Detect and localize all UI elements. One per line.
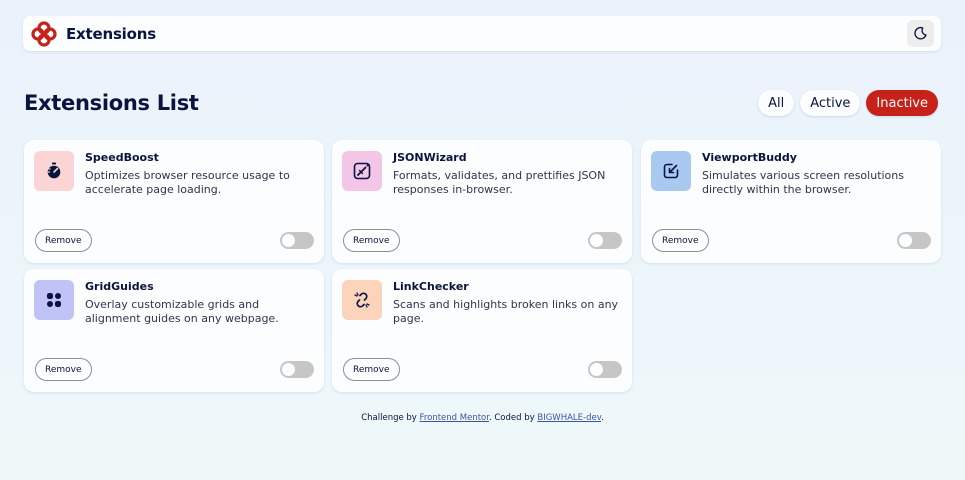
author-link[interactable]: BIGWHALE-dev bbox=[537, 413, 601, 423]
extension-toggle[interactable] bbox=[588, 232, 622, 249]
remove-button[interactable]: Remove bbox=[652, 229, 709, 252]
filter-inactive-button[interactable]: Inactive bbox=[866, 90, 938, 116]
extension-card: LinkChecker Scans and highlights broken … bbox=[332, 269, 632, 392]
extension-name: ViewportBuddy bbox=[702, 151, 797, 164]
remove-button[interactable]: Remove bbox=[343, 358, 400, 381]
extension-name: LinkChecker bbox=[393, 280, 469, 293]
extension-card: GridGuides Overlay customizable grids an… bbox=[24, 269, 324, 392]
extension-name: SpeedBoost bbox=[85, 151, 159, 164]
extension-description: Scans and highlights broken links on any… bbox=[393, 298, 619, 325]
title-row: Extensions List All Active Inactive bbox=[24, 89, 938, 117]
frontend-mentor-link[interactable]: Frontend Mentor bbox=[420, 413, 489, 423]
extension-description: Simulates various screen resolutions dir… bbox=[702, 169, 904, 196]
extension-toggle[interactable] bbox=[588, 361, 622, 378]
moon-icon bbox=[914, 26, 927, 40]
toggle-knob bbox=[282, 363, 295, 376]
theme-toggle-button[interactable] bbox=[907, 20, 934, 47]
extension-description: Optimizes browser resource usage to acce… bbox=[85, 169, 290, 196]
extension-toggle[interactable] bbox=[280, 232, 314, 249]
page-title: Extensions List bbox=[24, 91, 199, 115]
app-header: Extensions bbox=[23, 16, 941, 51]
wand-icon bbox=[342, 151, 382, 191]
filter-group: All Active Inactive bbox=[758, 90, 938, 116]
remove-button[interactable]: Remove bbox=[35, 229, 92, 252]
footer-prefix: Challenge by bbox=[361, 413, 420, 423]
viewport-icon bbox=[651, 151, 691, 191]
filter-all-button[interactable]: All bbox=[758, 90, 795, 116]
extension-card: SpeedBoost Optimizes browser resource us… bbox=[24, 140, 324, 263]
link-icon bbox=[342, 280, 382, 320]
remove-button[interactable]: Remove bbox=[35, 358, 92, 381]
grid-icon bbox=[34, 280, 74, 320]
extension-description: Formats, validates, and prettifies JSON … bbox=[393, 169, 606, 196]
extension-toggle[interactable] bbox=[280, 361, 314, 378]
brand-name: Extensions bbox=[66, 24, 156, 43]
footer-suffix: . bbox=[601, 413, 604, 423]
remove-button[interactable]: Remove bbox=[343, 229, 400, 252]
extension-name: JSONWizard bbox=[393, 151, 467, 164]
logo-icon bbox=[31, 20, 57, 47]
brand: Extensions bbox=[30, 20, 156, 48]
extension-name: GridGuides bbox=[85, 280, 154, 293]
stopwatch-icon bbox=[34, 151, 74, 191]
filter-active-button[interactable]: Active bbox=[800, 90, 861, 116]
toggle-knob bbox=[282, 234, 295, 247]
extension-description: Overlay customizable grids and alignment… bbox=[85, 298, 279, 325]
toggle-knob bbox=[899, 234, 912, 247]
footer: Challenge by Frontend Mentor. Coded by B… bbox=[0, 413, 965, 423]
extension-card: ViewportBuddy Simulates various screen r… bbox=[641, 140, 941, 263]
toggle-knob bbox=[590, 234, 603, 247]
extension-toggle[interactable] bbox=[897, 232, 931, 249]
extension-card: JSONWizard Formats, validates, and prett… bbox=[332, 140, 632, 263]
toggle-knob bbox=[590, 363, 603, 376]
footer-middle: . Coded by bbox=[488, 413, 538, 423]
